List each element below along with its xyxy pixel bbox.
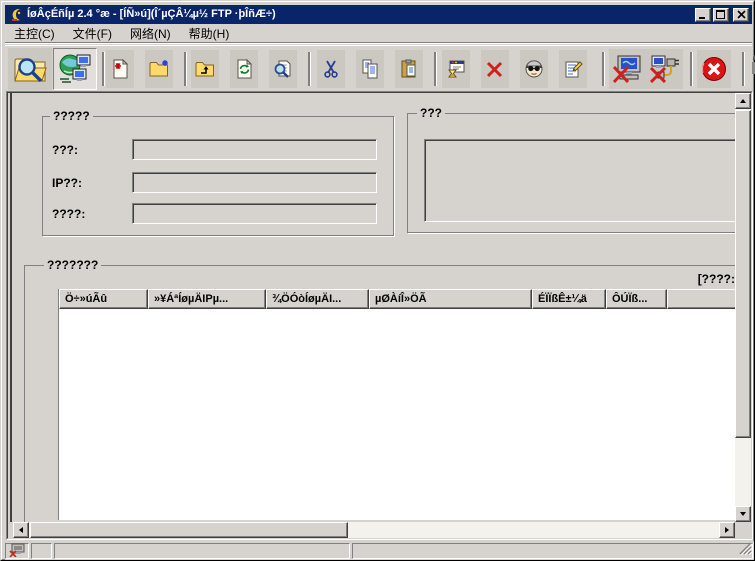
- delete-button[interactable]: [481, 50, 509, 88]
- disconnect-link-button[interactable]: [646, 49, 683, 89]
- app-window: ÍøÂçÉñÍµ 2.4 °æ - [ÍÑ»ú](Î´µÇÂ¼µ½ FTP ·þ…: [0, 0, 755, 561]
- toolbar-separator: [602, 52, 604, 86]
- window-frame: ÍøÂçÉñÍµ 2.4 °æ - [ÍÑ»ú](Î´µÇÂ¼µ½ FTP ·þ…: [1, 1, 754, 560]
- hosts-table: Ö÷»úÃû »¥ÁªÍøµÄIPµ... ¾ÖÓòÍøµÄI... µØÀíÎ…: [58, 289, 735, 520]
- disconnect-link-icon: [649, 55, 680, 83]
- refresh-button[interactable]: [230, 50, 258, 88]
- info-group-title: ???: [417, 106, 445, 120]
- vertical-scroll-thumb[interactable]: [735, 110, 751, 438]
- spy-hide-icon: [524, 59, 544, 79]
- scroll-left-button[interactable]: [13, 522, 29, 538]
- folder-up-icon: [195, 59, 215, 79]
- app-icon: [8, 7, 24, 23]
- ip-label: IP??:: [52, 176, 82, 190]
- folder-up-button[interactable]: [191, 50, 219, 88]
- col-online-time[interactable]: ÉÏÏßÊ±¼ä: [532, 289, 606, 309]
- toolbar-separator: [184, 52, 186, 86]
- form-view: ????? ???: IP??: ????: ??? ??????? [????…: [10, 93, 735, 522]
- new-folder-button[interactable]: [145, 50, 173, 88]
- col-hostname[interactable]: Ö÷»úÃû: [59, 289, 148, 309]
- hosts-right-caption: [????:: [698, 272, 735, 286]
- statusbar: [5, 541, 754, 560]
- copy-icon: [360, 59, 380, 79]
- new-folder-icon: [149, 59, 169, 79]
- menu-help[interactable]: 帮助(H): [180, 23, 239, 44]
- col-lan-ip[interactable]: ¾ÖÓòÍøµÄI...: [266, 289, 369, 309]
- host-field[interactable]: [132, 139, 377, 160]
- copy-button[interactable]: [356, 50, 384, 88]
- hosts-list-body[interactable]: [58, 309, 735, 520]
- status-pane-3: [54, 543, 350, 559]
- col-online[interactable]: ÔÚÏß...: [606, 289, 667, 309]
- paste-icon: [399, 59, 419, 79]
- toolbar-separator: [690, 52, 692, 86]
- find-file-icon: [273, 59, 293, 79]
- menu-network[interactable]: 网络(N): [121, 23, 180, 44]
- toolbar-separator: [308, 52, 310, 86]
- status-pane-2: [31, 543, 52, 559]
- disconnect-computer-icon: [612, 55, 643, 83]
- minimize-button[interactable]: [695, 8, 711, 22]
- toolbar: [5, 45, 752, 91]
- menu-main-control[interactable]: 主控(C): [5, 23, 64, 44]
- cut-button[interactable]: [317, 50, 345, 88]
- status-pane-4: [352, 543, 753, 559]
- hosts-table-header: Ö÷»úÃû »¥ÁªÍøµÄIPµ... ¾ÖÓòÍøµÄI... µØÀíÎ…: [58, 289, 735, 309]
- paste-button[interactable]: [395, 50, 423, 88]
- clipped-toolbar-icon: [750, 52, 755, 86]
- spy-hide-button[interactable]: [520, 50, 548, 88]
- new-file-button[interactable]: [106, 50, 134, 88]
- horizontal-scroll-thumb[interactable]: [30, 522, 348, 538]
- status-icon-pane: [5, 543, 29, 559]
- hosts-group-title: ???????: [44, 258, 101, 272]
- notes-button[interactable]: [559, 50, 587, 88]
- notes-icon: [563, 59, 583, 79]
- scroll-down-button[interactable]: [735, 506, 751, 522]
- scheduled-task-icon: [446, 59, 466, 79]
- scrollbar-corner: [735, 522, 751, 538]
- col-internet-ip[interactable]: »¥ÁªÍøµÄIPµ...: [148, 289, 266, 309]
- login-group-title: ?????: [50, 109, 93, 123]
- toolbar-separator: [742, 52, 744, 86]
- host-label: ???:: [52, 143, 78, 157]
- ip-field[interactable]: [132, 172, 377, 193]
- info-panel: [424, 139, 735, 222]
- menu-file[interactable]: 文件(F): [64, 23, 121, 44]
- scheduled-task-button[interactable]: [442, 50, 470, 88]
- offline-icon: [9, 543, 25, 560]
- location-field[interactable]: [132, 203, 377, 224]
- refresh-icon: [234, 59, 254, 79]
- search-folder-icon: [13, 54, 47, 84]
- disconnect-computer-button[interactable]: [609, 49, 646, 89]
- col-location[interactable]: µØÀíÎ»ÖÃ: [369, 289, 532, 309]
- toolbar-separator: [102, 52, 104, 86]
- delete-icon: [485, 59, 505, 79]
- network-browse-icon: [58, 53, 92, 85]
- maximize-button[interactable]: [713, 8, 729, 22]
- window-title: ÍøÂçÉñÍµ 2.4 °æ - [ÍÑ»ú](Î´µÇÂ¼µ½ FTP ·þ…: [27, 5, 695, 24]
- vertical-scrollbar[interactable]: [735, 93, 751, 522]
- resize-grip[interactable]: [739, 542, 752, 558]
- scroll-right-button[interactable]: [719, 522, 735, 538]
- search-folder-button[interactable]: [8, 48, 52, 90]
- menubar: 主控(C) 文件(F) 网络(N) 帮助(H): [5, 24, 752, 43]
- scroll-up-button[interactable]: [735, 93, 751, 109]
- toolbar-separator: [434, 52, 436, 86]
- cut-icon: [321, 59, 341, 79]
- stop-icon: [701, 56, 727, 82]
- col-extra[interactable]: [667, 289, 735, 309]
- network-browse-button[interactable]: [53, 48, 97, 90]
- titlebar: ÍøÂçÉñÍµ 2.4 °æ - [ÍÑ»ú](Î´µÇÂ¼µ½ FTP ·þ…: [5, 5, 752, 24]
- location-label: ????:: [52, 207, 85, 221]
- find-file-button[interactable]: [269, 50, 297, 88]
- close-button[interactable]: [733, 8, 749, 22]
- new-file-icon: [110, 59, 130, 79]
- stop-button[interactable]: [697, 50, 731, 88]
- horizontal-scrollbar[interactable]: [13, 522, 735, 538]
